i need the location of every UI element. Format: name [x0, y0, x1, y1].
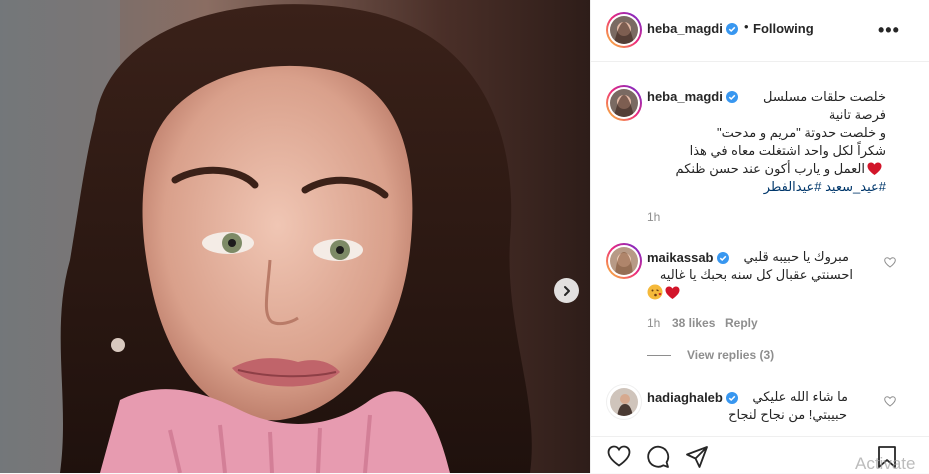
post-photo — [0, 0, 590, 473]
comment-username[interactable]: maikassab — [647, 250, 729, 265]
verified-icon — [725, 23, 738, 35]
comment-username[interactable]: hadiaghaleb — [647, 390, 738, 405]
header-separator: • — [744, 19, 749, 34]
following-button[interactable]: Following — [753, 21, 814, 36]
caption-line-5: العمل و يارب أكون عند حسن ظنكم — [675, 161, 865, 176]
comment-likes-count[interactable]: 38 likes — [672, 316, 715, 330]
caption-username[interactable]: heba_magdi — [647, 89, 738, 104]
more-options-button[interactable]: ••• — [878, 20, 900, 41]
os-activation-watermark: Activate — [855, 454, 916, 473]
author-username[interactable]: heba_magdi — [647, 21, 738, 36]
heart-emoji-icon — [867, 162, 882, 175]
share-icon[interactable] — [685, 445, 709, 469]
heart-emoji-icon — [665, 286, 680, 299]
author-avatar[interactable] — [606, 12, 642, 48]
comment-username-text[interactable]: maikassab — [647, 250, 714, 265]
post-header: heba_magdi • Following ••• — [591, 0, 929, 62]
comment-line-2: حبيبتي! من نجاح لنجاح — [728, 407, 847, 422]
comment-username-text[interactable]: hadiaghaleb — [647, 390, 723, 405]
caption-line-2: فرصة تانية — [828, 107, 886, 122]
avatar-image — [610, 89, 638, 117]
avatar-image — [610, 247, 638, 275]
caption-line-3: و خلصت حدوتة "مريم و مدحت" — [717, 125, 886, 140]
comment-avatar-hadiaghaleb[interactable] — [606, 384, 642, 420]
caption-username-text[interactable]: heba_magdi — [647, 89, 723, 104]
post-media[interactable] — [0, 0, 590, 473]
replies-divider — [647, 355, 671, 357]
verified-icon — [725, 392, 738, 404]
caption-line-4: شكراً لكل واحد اشتغلت معاه في هذا — [689, 143, 886, 158]
comment-line-1: ما شاء الله عليكي — [752, 389, 848, 404]
comment-like-icon[interactable] — [884, 396, 896, 407]
heart-icon[interactable] — [607, 445, 631, 467]
comment-icon[interactable] — [646, 445, 670, 469]
comment-reply-button[interactable]: Reply — [725, 316, 758, 330]
verified-icon — [725, 91, 738, 103]
verified-icon — [716, 252, 729, 264]
view-replies-label[interactable]: View replies (3) — [687, 348, 774, 362]
next-media-button[interactable] — [554, 278, 579, 303]
comment-timestamp[interactable]: 1h — [647, 316, 660, 330]
caption-line-1: خلصت حلقات مسلسل — [762, 89, 886, 104]
instagram-post: heba_magdi • Following ••• heba_magdi خل… — [0, 0, 929, 473]
comment-line-1: مبروك يا حبيبه قلبي — [743, 249, 849, 264]
avatar-image — [610, 388, 638, 416]
author-username-text[interactable]: heba_magdi — [647, 21, 723, 36]
view-replies-button[interactable]: View replies (3) — [647, 348, 774, 362]
blowing-kiss-emoji-icon — [647, 284, 663, 300]
chevron-right-icon — [563, 285, 570, 296]
caption-timestamp[interactable]: 1h — [647, 210, 660, 224]
post-sidebar: heba_magdi • Following ••• heba_magdi خل… — [590, 0, 929, 473]
comment-line-2: احسنتي عقبال كل سنه بحبك يا غاليه — [659, 267, 853, 282]
comment-avatar-maikassab[interactable] — [606, 243, 642, 279]
comment-like-icon[interactable] — [884, 257, 896, 268]
caption-hashtags[interactable]: #عيد_سعيد #عيدالفطر — [647, 178, 886, 196]
avatar-image — [610, 16, 638, 44]
caption-avatar[interactable] — [606, 85, 642, 121]
